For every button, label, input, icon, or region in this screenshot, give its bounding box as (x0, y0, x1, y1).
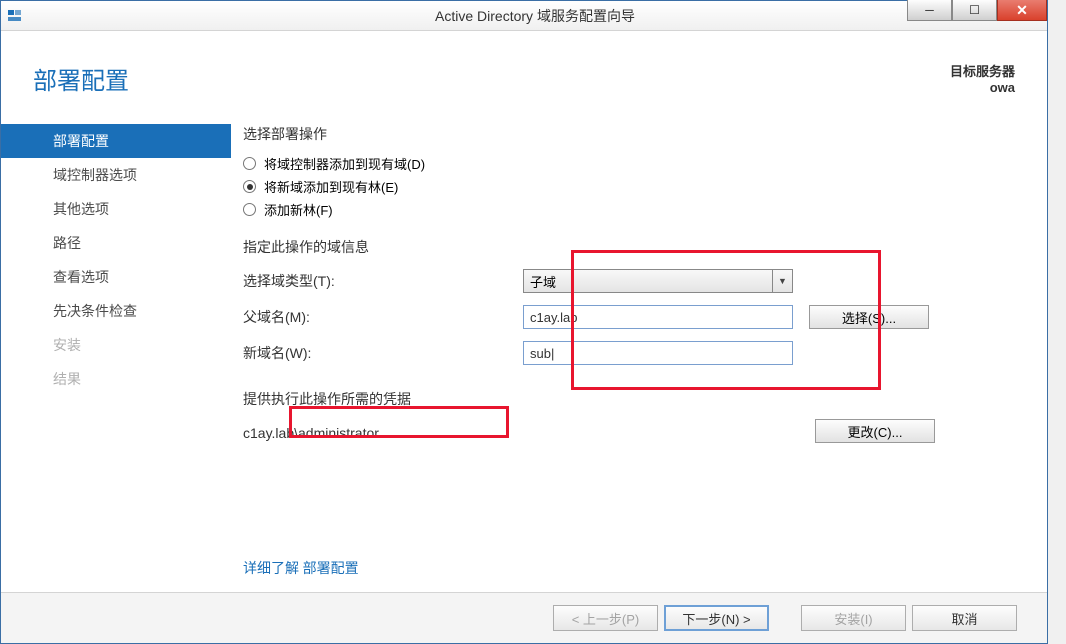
radio-icon (243, 203, 256, 216)
deploy-op-label: 选择部署操作 (243, 124, 1027, 144)
sidebar: 部署配置 域控制器选项 其他选项 路径 查看选项 先决条件检查 安装 结果 (1, 106, 231, 592)
page-title: 部署配置 (33, 61, 129, 96)
radio-label: 添加新林(F) (264, 200, 333, 219)
more-info-link[interactable]: 部署配置 (303, 560, 359, 576)
close-button[interactable]: ✕ (997, 0, 1047, 21)
parent-domain-label: 父域名(M): (243, 307, 523, 327)
more-info-prefix: 详细了解 (243, 560, 299, 576)
radio-add-dc-existing-domain[interactable]: 将域控制器添加到现有域(D) (243, 154, 1027, 173)
new-domain-label: 新域名(W): (243, 343, 523, 363)
radio-label: 将新域添加到现有林(E) (264, 177, 398, 196)
new-domain-input[interactable]: sub (523, 341, 793, 365)
target-server: 目标服务器 owa (950, 61, 1015, 95)
sidebar-item-install: 安装 (1, 328, 231, 362)
sidebar-item-other-options[interactable]: 其他选项 (1, 192, 231, 226)
sidebar-item-prereq[interactable]: 先决条件检查 (1, 294, 231, 328)
maximize-button[interactable]: ☐ (952, 0, 997, 21)
sidebar-item-deploy[interactable]: 部署配置 (1, 124, 231, 158)
next-button[interactable]: 下一步(N) > (664, 605, 769, 631)
chevron-down-icon: ▼ (772, 269, 792, 293)
window-controls: ─ ☐ ✕ (907, 0, 1047, 21)
sidebar-item-review[interactable]: 查看选项 (1, 260, 231, 294)
radio-add-domain-existing-forest[interactable]: 将新域添加到现有林(E) (243, 177, 1027, 196)
radio-add-new-forest[interactable]: 添加新林(F) (243, 200, 1027, 219)
sidebar-item-results: 结果 (1, 362, 231, 396)
domain-type-dropdown[interactable]: 子域 ▼ (523, 269, 793, 293)
footer: < 上一步(P) 下一步(N) > 安装(I) 取消 (1, 592, 1047, 643)
creds-section-label: 提供执行此操作所需的凭据 (243, 389, 1027, 409)
app-icon (7, 8, 23, 24)
parent-domain-input[interactable]: c1ay.lab (523, 305, 793, 329)
header-region: 部署配置 目标服务器 owa (1, 31, 1047, 106)
credentials-value: c1ay.lab\administrator (243, 421, 815, 441)
install-button: 安装(I) (801, 605, 906, 631)
titlebar: Active Directory 域服务配置向导 ─ ☐ ✕ (1, 1, 1047, 31)
deploy-op-radio-group: 将域控制器添加到现有域(D) 将新域添加到现有林(E) 添加新林(F) (243, 154, 1027, 219)
right-edge-gutter (1048, 0, 1066, 644)
change-button[interactable]: 更改(C)... (815, 419, 935, 443)
target-value: owa (950, 80, 1015, 95)
prev-button[interactable]: < 上一步(P) (553, 605, 658, 631)
radio-icon (243, 180, 256, 193)
sidebar-item-paths[interactable]: 路径 (1, 226, 231, 260)
select-button[interactable]: 选择(S)... (809, 305, 929, 329)
input-value: sub (530, 346, 551, 361)
wizard-window: Active Directory 域服务配置向导 ─ ☐ ✕ 部署配置 目标服务… (0, 0, 1048, 644)
radio-label: 将域控制器添加到现有域(D) (264, 154, 425, 173)
sidebar-item-dc-options[interactable]: 域控制器选项 (1, 158, 231, 192)
input-value: c1ay.lab (530, 310, 577, 325)
minimize-button[interactable]: ─ (907, 0, 952, 21)
radio-icon (243, 157, 256, 170)
target-label: 目标服务器 (950, 61, 1015, 80)
content: 选择部署操作 将域控制器添加到现有域(D) 将新域添加到现有林(E) 添加新林(… (231, 106, 1027, 592)
dropdown-value: 子域 (530, 272, 556, 291)
more-info-row: 详细了解 部署配置 (243, 558, 359, 578)
cancel-button[interactable]: 取消 (912, 605, 1017, 631)
domain-type-label: 选择域类型(T): (243, 271, 523, 291)
window-title: Active Directory 域服务配置向导 (23, 6, 1047, 26)
domain-info-label: 指定此操作的域信息 (243, 237, 1027, 257)
